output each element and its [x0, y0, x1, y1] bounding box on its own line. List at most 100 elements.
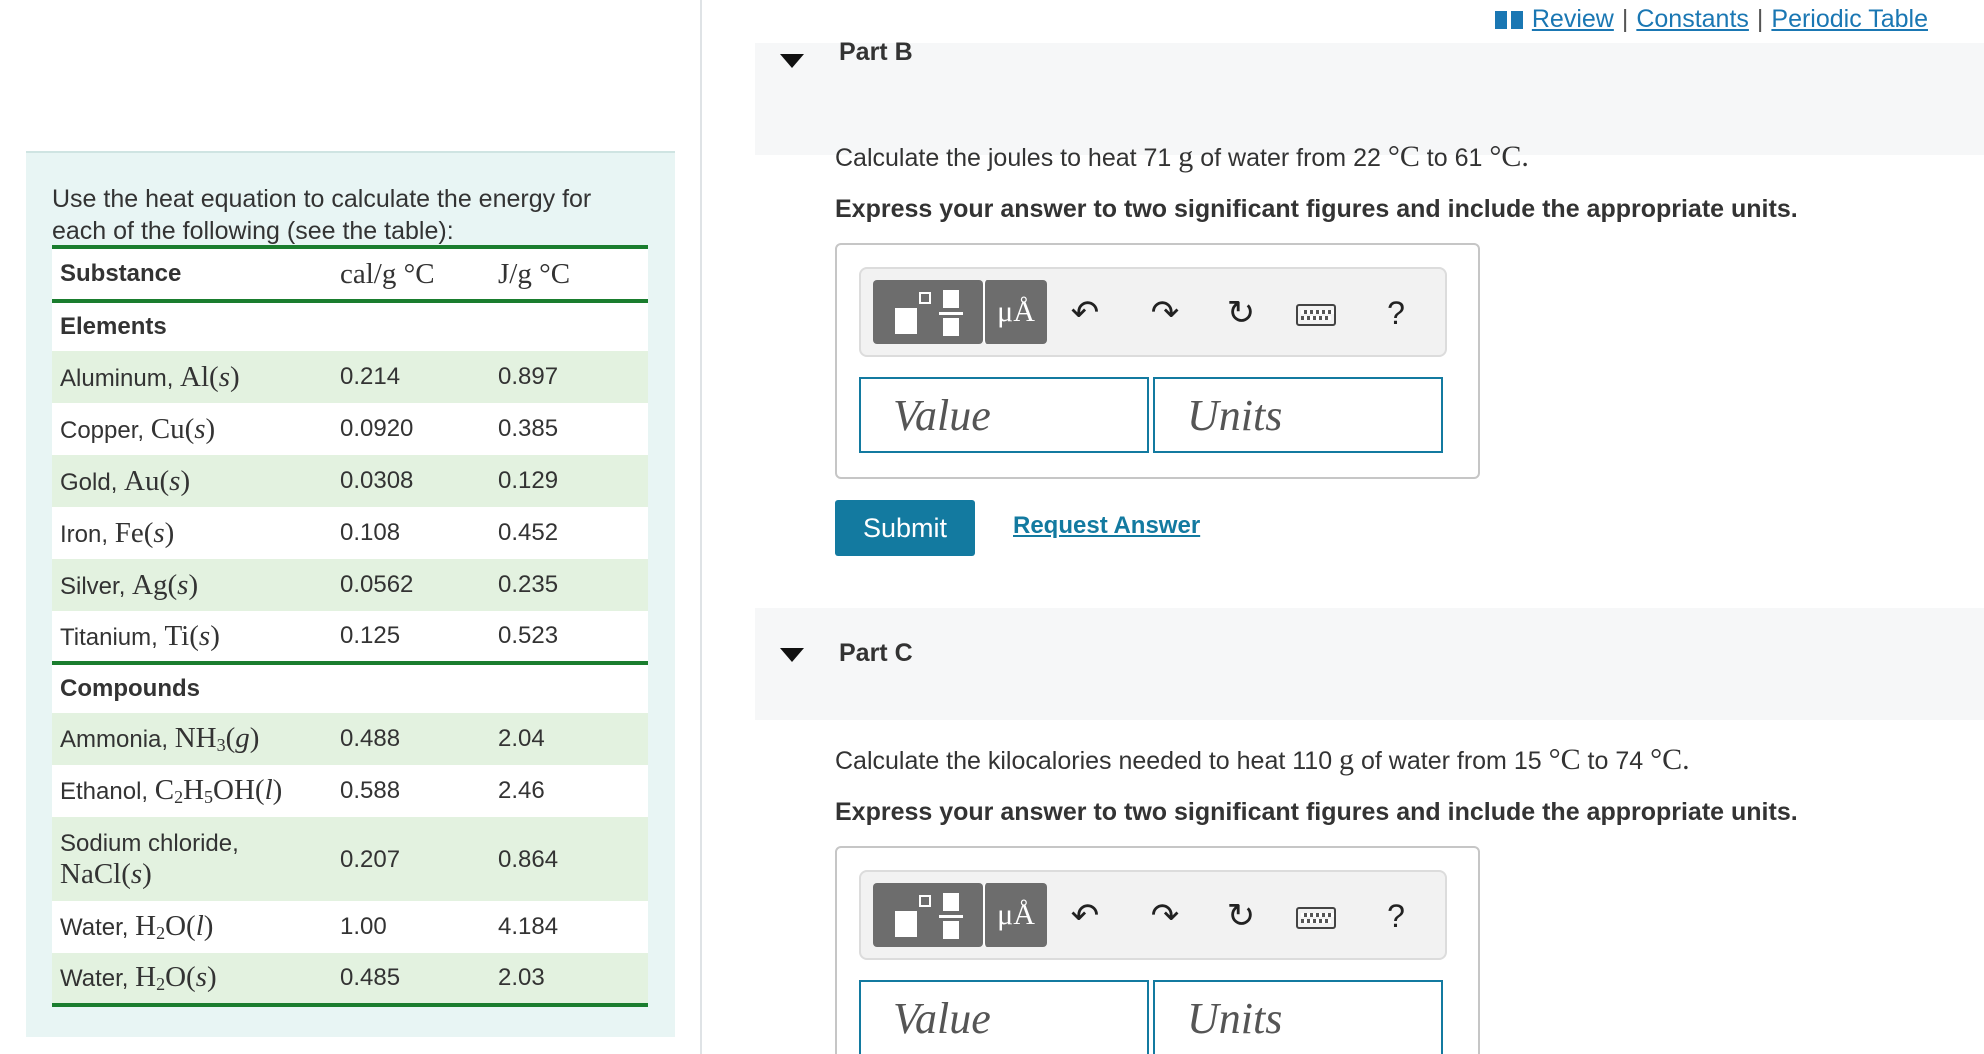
- unit-g: g: [1339, 743, 1355, 776]
- templates-button[interactable]: [873, 280, 983, 344]
- formula: C2H5OH(l): [154, 774, 283, 807]
- help-button[interactable]: ?: [1376, 291, 1416, 335]
- link-separator: |: [1756, 5, 1764, 33]
- table-row: Ammonia, NH3(g) 0.488 2.04: [52, 713, 648, 765]
- table-header-row: Substance cal/g °C J/g °C: [52, 245, 648, 303]
- formula: NH3(g): [174, 722, 260, 755]
- part-c-instruction: Express your answer to two significant f…: [835, 798, 1798, 826]
- joule-value: 2.04: [490, 713, 648, 765]
- template-box-icon: [919, 895, 931, 907]
- section-compounds: Compounds: [52, 661, 648, 713]
- math-toolbar: μÅ ↶ ↷ ↻ ?: [859, 870, 1447, 960]
- question-text: of water from 15: [1354, 747, 1549, 775]
- template-block-icon: [895, 911, 917, 937]
- template-box-icon: [919, 292, 931, 304]
- formula: Fe(s): [114, 516, 175, 549]
- units-input[interactable]: [1187, 982, 1441, 1054]
- substance-name: Aluminum,: [60, 364, 181, 392]
- part-b-header[interactable]: Part B: [755, 38, 1984, 155]
- table-row: Sodium chloride, NaCl(s) 0.207 0.864: [52, 817, 648, 901]
- part-b-instruction: Express your answer to two significant f…: [835, 195, 1798, 223]
- col-substance: Substance: [52, 245, 332, 303]
- intro-text: Use the heat equation to calculate the e…: [52, 185, 592, 245]
- keyboard-icon[interactable]: [1296, 907, 1336, 929]
- constants-link[interactable]: Constants: [1636, 5, 1749, 33]
- joule-value: 0.452: [490, 507, 648, 559]
- part-b-question: Calculate the joules to heat 71 g of wat…: [835, 140, 1529, 174]
- joule-value: 0.864: [490, 817, 648, 901]
- joule-value: 4.184: [490, 901, 648, 953]
- table-row: Water, H2O(l) 1.00 4.184: [52, 901, 648, 953]
- value-field[interactable]: [859, 377, 1149, 453]
- template-block-icon: [895, 308, 917, 334]
- cal-value: 0.0308: [332, 455, 490, 507]
- part-c-answer-box: μÅ ↶ ↷ ↻ ?: [835, 846, 1480, 1054]
- joule-value: 2.03: [490, 953, 648, 1007]
- substance-name: Copper,: [60, 416, 151, 444]
- value-field[interactable]: [859, 980, 1149, 1054]
- joule-value: 0.129: [490, 455, 648, 507]
- units-field[interactable]: [1153, 377, 1443, 453]
- left-column: Use the heat equation to calculate the e…: [0, 0, 701, 1054]
- math-toolbar: μÅ ↶ ↷ ↻ ?: [859, 267, 1447, 357]
- table-row: Water, H2O(s) 0.485 2.03: [52, 953, 648, 1007]
- specific-heat-table: Substance cal/g °C J/g °C Elements Alumi…: [52, 245, 648, 1007]
- formula: Al(s): [180, 360, 240, 393]
- part-c-header[interactable]: Part C: [755, 608, 1984, 720]
- joule-value: 2.46: [490, 765, 648, 817]
- cal-value: 0.207: [332, 817, 490, 901]
- submit-button[interactable]: Submit: [835, 500, 975, 556]
- link-separator: |: [1621, 5, 1629, 33]
- cal-value: 1.00: [332, 901, 490, 953]
- question-text: to 61: [1419, 144, 1490, 172]
- book-icon: [1494, 11, 1523, 29]
- review-link[interactable]: Review: [1532, 5, 1614, 33]
- symbols-button[interactable]: μÅ: [983, 280, 1047, 344]
- table-row: Iron, Fe(s) 0.108 0.452: [52, 507, 648, 559]
- formula: Au(s): [124, 464, 191, 497]
- value-input[interactable]: [893, 982, 1147, 1054]
- resource-links: Review | Constants | Periodic Table: [1494, 5, 1928, 34]
- request-answer-link[interactable]: Request Answer: [1013, 512, 1200, 540]
- undo-icon[interactable]: ↶: [1063, 291, 1107, 335]
- formula: Ti(s): [164, 619, 220, 652]
- joule-value: 0.523: [490, 611, 648, 663]
- units-input[interactable]: [1187, 379, 1441, 451]
- question-text: Calculate the joules to heat 71: [835, 144, 1179, 172]
- units-field[interactable]: [1153, 980, 1443, 1054]
- template-numerator-icon: [943, 893, 959, 911]
- value-input[interactable]: [893, 379, 1147, 451]
- substance-name: Iron,: [60, 520, 115, 548]
- collapse-arrow-icon[interactable]: [780, 648, 804, 662]
- help-button[interactable]: ?: [1376, 894, 1416, 938]
- periodic-table-link[interactable]: Periodic Table: [1771, 5, 1928, 33]
- substance-name: Water,: [60, 914, 136, 941]
- substance-name: Water,: [60, 965, 136, 992]
- redo-icon[interactable]: ↷: [1143, 291, 1187, 335]
- joule-value: 0.385: [490, 403, 648, 455]
- part-c-question: Calculate the kilocalories needed to hea…: [835, 743, 1690, 777]
- cal-value: 0.588: [332, 765, 490, 817]
- formula: Ag(s): [132, 568, 199, 601]
- formula: Cu(s): [150, 412, 216, 445]
- keyboard-icon[interactable]: [1296, 304, 1336, 326]
- undo-icon[interactable]: ↶: [1063, 894, 1107, 938]
- col-cal: cal/g °C: [332, 245, 490, 303]
- symbols-button[interactable]: μÅ: [983, 883, 1047, 947]
- section-elements-row: Elements: [52, 301, 648, 351]
- cal-value: 0.214: [332, 351, 490, 403]
- formula: NaCl(s): [60, 857, 152, 890]
- column-divider: [700, 0, 702, 1054]
- templates-button[interactable]: [873, 883, 983, 947]
- question-text: of water from 22: [1193, 144, 1388, 172]
- table-row: Aluminum, Al(s) 0.214 0.897: [52, 351, 648, 403]
- reset-icon[interactable]: ↻: [1219, 894, 1263, 938]
- substance-name: Titanium,: [60, 623, 165, 651]
- reset-icon[interactable]: ↻: [1219, 291, 1263, 335]
- substance-name: Gold,: [60, 468, 125, 496]
- redo-icon[interactable]: ↷: [1143, 894, 1187, 938]
- collapse-arrow-icon[interactable]: [780, 54, 804, 68]
- cal-value: 0.485: [332, 953, 490, 1007]
- section-compounds-row: Compounds: [52, 661, 648, 713]
- cal-value: 0.0920: [332, 403, 490, 455]
